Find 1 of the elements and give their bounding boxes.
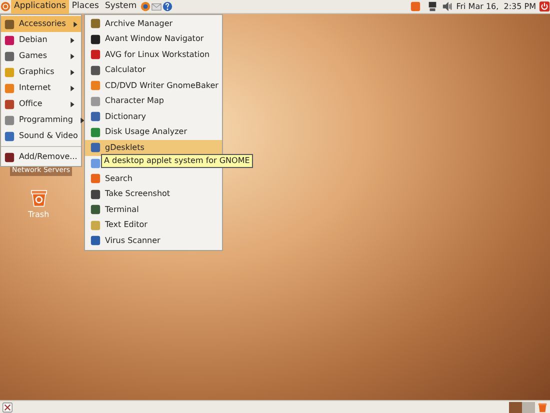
tooltip: A desktop applet system for GNOME (101, 154, 253, 168)
